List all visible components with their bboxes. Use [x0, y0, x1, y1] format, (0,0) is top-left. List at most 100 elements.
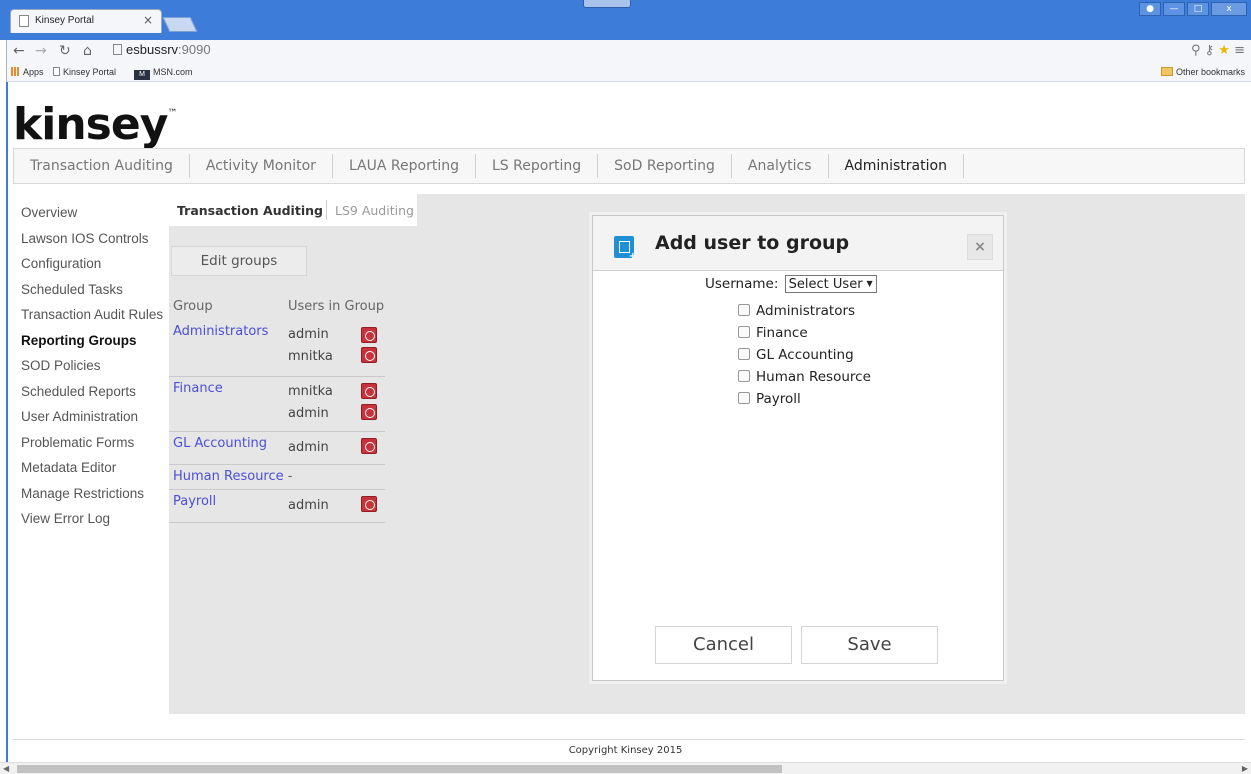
- username-select-value: Select User: [788, 277, 863, 292]
- bookmark-label: MSN.com: [153, 67, 193, 77]
- reload-icon[interactable]: ↻: [59, 43, 71, 59]
- sidebar-item-lawson-ios-controls[interactable]: Lawson IOS Controls: [21, 226, 169, 252]
- url-host: esbussrv: [126, 42, 179, 57]
- key-icon[interactable]: ⚷: [1205, 43, 1215, 58]
- footer-divider: [13, 739, 1245, 740]
- table-row: GL Accounting admin: [169, 432, 385, 465]
- cancel-button[interactable]: Cancel: [655, 626, 792, 664]
- menu-icon[interactable]: ≡: [1234, 43, 1245, 58]
- sidebar-item-problematic-forms[interactable]: Problematic Forms: [21, 430, 169, 456]
- checkbox[interactable]: [738, 304, 750, 316]
- profile-icon[interactable]: ●: [1139, 2, 1161, 16]
- group-checkbox-payroll[interactable]: Payroll: [738, 391, 801, 407]
- checkbox[interactable]: [738, 370, 750, 382]
- group-checkbox-administrators[interactable]: Administrators: [738, 303, 855, 319]
- group-name[interactable]: Human Resource -: [173, 469, 292, 484]
- edit-groups-button[interactable]: Edit groups: [171, 246, 307, 276]
- subtab-ls9-auditing[interactable]: LS9 Auditing: [335, 203, 414, 218]
- minimize-button[interactable]: —: [1163, 2, 1185, 16]
- browser-tab[interactable]: Kinsey Portal ×: [10, 9, 162, 33]
- dropdown-arrow-icon: ▼: [866, 279, 873, 288]
- star-icon[interactable]: ★: [1218, 43, 1230, 58]
- checkbox[interactable]: [738, 392, 750, 404]
- logo-trademark: ™: [167, 108, 177, 119]
- window-notch: [583, 0, 631, 8]
- page-icon: [19, 15, 29, 27]
- close-icon[interactable]: ×: [967, 234, 993, 260]
- tab-administration[interactable]: Administration: [829, 154, 964, 178]
- group-name[interactable]: Administrators: [173, 324, 268, 339]
- sidebar-item-transaction-audit-rules[interactable]: Transaction Audit Rules: [21, 302, 169, 328]
- remove-user-icon[interactable]: [361, 327, 377, 343]
- sidebar-item-configuration[interactable]: Configuration: [21, 251, 169, 277]
- group-checkbox-gl-accounting[interactable]: GL Accounting: [738, 347, 854, 363]
- zoom-icon[interactable]: ⚲: [1191, 43, 1201, 58]
- tab-transaction-auditing[interactable]: Transaction Auditing: [14, 154, 190, 178]
- group-name[interactable]: GL Accounting: [173, 436, 267, 451]
- remove-user-icon[interactable]: [361, 347, 377, 363]
- toolbar-right-icons: ⚲ ⚷ ★ ≡: [1191, 43, 1245, 58]
- tab-activity-monitor[interactable]: Activity Monitor: [190, 154, 333, 178]
- checkbox-label: Administrators: [756, 303, 856, 319]
- other-bookmarks-label: Other bookmarks: [1175, 67, 1245, 77]
- save-button[interactable]: Save: [801, 626, 938, 664]
- group-name[interactable]: Payroll: [173, 494, 216, 509]
- remove-user-icon[interactable]: [361, 383, 377, 399]
- group-checkbox-finance[interactable]: Finance: [738, 325, 808, 341]
- subtab-divider: [326, 200, 327, 220]
- sidebar-item-manage-restrictions[interactable]: Manage Restrictions: [21, 481, 169, 507]
- home-icon[interactable]: ⌂: [83, 43, 92, 59]
- sidebar-item-sod-policies[interactable]: SOD Policies: [21, 353, 169, 379]
- empty-users-dash: -: [287, 469, 293, 484]
- subtab-transaction-auditing[interactable]: Transaction Auditing: [177, 203, 323, 218]
- url-port: :9090: [178, 42, 211, 57]
- sub-tabs: Transaction Auditing LS9 Auditing: [169, 194, 417, 226]
- remove-user-icon[interactable]: [361, 438, 377, 454]
- checkbox-label: Human Resource: [756, 369, 871, 385]
- checkbox[interactable]: [738, 326, 750, 338]
- bookmark-msn[interactable]: M MSN.com: [134, 67, 193, 80]
- msn-icon: M: [134, 70, 150, 80]
- sidebar: Overview Lawson IOS Controls Configurati…: [21, 200, 169, 532]
- bookmark-kinsey-portal[interactable]: Kinsey Portal: [53, 67, 116, 77]
- sidebar-item-overview[interactable]: Overview: [21, 200, 169, 226]
- main-nav: Transaction Auditing Activity Monitor LA…: [13, 148, 1245, 184]
- sidebar-item-scheduled-tasks[interactable]: Scheduled Tasks: [21, 277, 169, 303]
- group-checkbox-human-resource[interactable]: Human Resource: [738, 369, 871, 385]
- group-name-text: Human Resource: [173, 469, 284, 484]
- scroll-right-icon[interactable]: ▶: [1242, 764, 1248, 773]
- scrollbar-thumb[interactable]: [17, 765, 782, 773]
- sidebar-item-metadata-editor[interactable]: Metadata Editor: [21, 455, 169, 481]
- tab-ls-reporting[interactable]: LS Reporting: [476, 154, 599, 178]
- remove-user-icon[interactable]: [361, 496, 377, 512]
- sidebar-item-reporting-groups[interactable]: Reporting Groups: [21, 328, 169, 354]
- username-select[interactable]: Select User ▼: [784, 275, 877, 293]
- sidebar-item-user-administration[interactable]: User Administration: [21, 404, 169, 430]
- table-row: Human Resource -: [169, 465, 385, 490]
- group-column-header: Group: [173, 299, 213, 314]
- close-window-button[interactable]: x: [1211, 2, 1247, 16]
- add-document-icon: [614, 236, 637, 262]
- tab-sod-reporting[interactable]: SoD Reporting: [598, 154, 732, 178]
- sidebar-item-scheduled-reports[interactable]: Scheduled Reports: [21, 379, 169, 405]
- tab-laua-reporting[interactable]: LAUA Reporting: [333, 154, 476, 178]
- browser-toolbar: ← → ↻ ⌂ esbussrv:9090 ⚲ ⚷ ★ ≡: [6, 40, 1251, 64]
- back-arrow-icon[interactable]: ←: [13, 43, 25, 59]
- add-user-dialog: Add user to group × Username: Select Use…: [592, 215, 1004, 681]
- forward-arrow-icon[interactable]: →: [35, 43, 47, 59]
- group-user: mnitka: [288, 349, 333, 364]
- scroll-left-icon[interactable]: ◀: [3, 764, 9, 773]
- horizontal-scrollbar[interactable]: ◀ ▶: [0, 762, 1251, 774]
- users-column-header: Users in Group: [288, 299, 385, 314]
- tab-analytics[interactable]: Analytics: [732, 154, 829, 178]
- other-bookmarks[interactable]: Other bookmarks: [1160, 67, 1245, 77]
- remove-user-icon[interactable]: [361, 404, 377, 420]
- username-label: Username:: [705, 276, 779, 292]
- bookmark-apps[interactable]: Apps: [11, 67, 44, 77]
- address-bar[interactable]: esbussrv:9090: [113, 42, 211, 57]
- group-name[interactable]: Finance: [173, 381, 223, 396]
- checkbox[interactable]: [738, 348, 750, 360]
- sidebar-item-view-error-log[interactable]: View Error Log: [21, 506, 169, 532]
- tab-close-icon[interactable]: ×: [143, 13, 153, 27]
- maximize-button[interactable]: □: [1187, 2, 1209, 16]
